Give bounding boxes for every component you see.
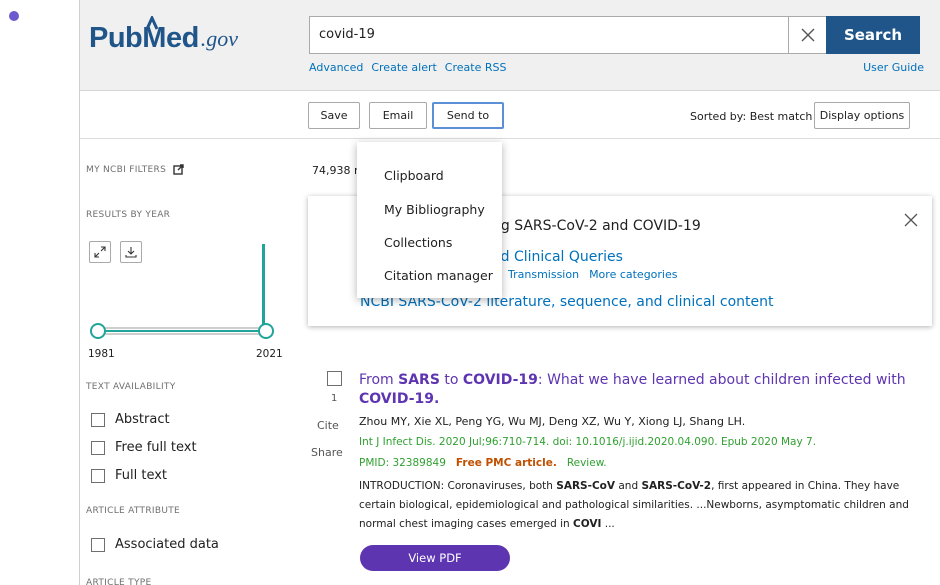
result-pmid: PMID: 32389849 <box>359 457 446 469</box>
snippet-part: INTRODUCTION: Coronaviruses, both <box>359 480 557 492</box>
header: Pub Med .gov covid-19 Search Advanced Cr… <box>80 0 940 91</box>
menu-item-my-bibliography[interactable]: My Bibliography <box>384 202 485 217</box>
result-index: 1 <box>331 393 338 404</box>
abstract-checkbox[interactable] <box>91 412 105 427</box>
send-to-menu: Clipboard My Bibliography Collections Ci… <box>357 142 502 298</box>
close-icon <box>801 28 814 42</box>
menu-item-collections[interactable]: Collections <box>384 235 452 250</box>
title-highlight: COVID-19 <box>462 372 538 388</box>
search-input[interactable]: covid-19 <box>309 16 826 54</box>
filter-associated-data[interactable]: Associated data <box>91 537 219 552</box>
title-highlight: COVID-19 <box>359 391 435 407</box>
clear-search-button[interactable] <box>788 17 826 53</box>
email-button[interactable]: Email <box>369 102 427 129</box>
snippet-highlight: SARS-CoV <box>556 480 616 492</box>
transmission-link[interactable]: Transmission <box>508 268 579 281</box>
logo-gov: .gov <box>200 26 239 51</box>
article-attribute-label: ARTICLE ATTRIBUTE <box>86 506 181 516</box>
sort-label: Sorted by: Best match <box>690 110 813 123</box>
year-slider-end-handle[interactable] <box>258 323 274 339</box>
free-full-text-checkbox[interactable] <box>91 440 105 455</box>
snippet-part: and <box>615 480 642 492</box>
display-options-button[interactable]: Display options <box>814 102 910 129</box>
title-highlight: SARS <box>398 372 440 388</box>
filter-free-full-text[interactable]: Free full text <box>91 440 197 455</box>
external-link-icon <box>173 164 184 175</box>
snippet-highlight: COVI <box>573 518 602 530</box>
menu-item-clipboard[interactable]: Clipboard <box>384 168 444 183</box>
save-button[interactable]: Save <box>308 102 360 129</box>
title-part: to <box>439 372 463 388</box>
pubmed-logo[interactable]: Pub Med .gov <box>89 16 239 55</box>
send-to-button[interactable]: Send to <box>432 102 504 129</box>
year-start-label: 1981 <box>88 348 115 360</box>
advanced-link[interactable]: Advanced <box>309 61 363 74</box>
year-slider-start-handle[interactable] <box>90 323 106 339</box>
search-value: covid-19 <box>319 27 375 42</box>
logo-m-icon <box>145 16 159 30</box>
year-end-label: 2021 <box>256 348 283 360</box>
search-button[interactable]: Search <box>826 16 920 54</box>
article-type-label: ARTICLE TYPE <box>86 578 152 585</box>
free-full-text-label: Free full text <box>115 440 197 455</box>
bullet-dot <box>9 11 19 21</box>
filter-full-text[interactable]: Full text <box>91 468 167 483</box>
my-ncbi-filters-label: MY NCBI FILTERS <box>86 164 167 175</box>
menu-item-citation-manager[interactable]: Citation manager <box>384 268 493 283</box>
abstract-label: Abstract <box>115 412 170 427</box>
full-text-label: Full text <box>115 468 168 483</box>
card-title: ng SARS-CoV-2 and COVID-19 <box>492 218 701 234</box>
text-availability-label: TEXT AVAILABILITY <box>86 382 176 392</box>
snippet-part: ... <box>601 518 615 530</box>
header-links: Advanced Create alert Create RSS <box>309 61 506 74</box>
view-pdf-button[interactable]: View PDF <box>360 545 510 571</box>
title-part: . <box>434 391 440 407</box>
associated-data-checkbox[interactable] <box>91 537 105 552</box>
result-title-link[interactable]: From SARS to COVID-19: What we have lear… <box>359 371 919 409</box>
year-bar-2021 <box>262 244 265 332</box>
result-authors: Zhou MY, Xie XL, Peng YG, Wu MJ, Deng XZ… <box>359 415 746 428</box>
results-by-year-label: RESULTS BY YEAR <box>86 210 171 220</box>
more-categories-link[interactable]: More categories <box>589 268 677 281</box>
clinical-queries-link[interactable]: ed Clinical Queries <box>492 249 623 265</box>
snippet-highlight: SARS-CoV-2 <box>641 480 712 492</box>
results-toolbar: Save Email Send to Sorted by: Best match… <box>80 92 940 139</box>
create-alert-link[interactable]: Create alert <box>371 61 436 74</box>
logo-pub: Pub <box>89 22 143 54</box>
year-histogram[interactable] <box>86 238 282 346</box>
cite-button[interactable]: Cite <box>317 419 339 432</box>
free-pmc-badge: Free PMC article. <box>455 457 557 469</box>
full-text-checkbox[interactable] <box>91 468 105 483</box>
result-journal: Int J Infect Dis. 2020 Jul;96:710-714. d… <box>359 436 817 448</box>
logo-med: Med <box>142 16 199 55</box>
title-part: : What we have learned about children in… <box>537 372 906 388</box>
filter-abstract[interactable]: Abstract <box>91 412 170 427</box>
card-category-links: Transmission More categories <box>508 268 678 281</box>
my-ncbi-filters[interactable]: MY NCBI FILTERS <box>86 164 184 175</box>
card-close-button[interactable] <box>904 212 918 231</box>
result-checkbox[interactable] <box>327 371 342 386</box>
title-part: From <box>359 372 399 388</box>
result-meta: PMID: 32389849 Free PMC article. Review. <box>359 457 607 469</box>
associated-data-label: Associated data <box>115 537 219 552</box>
close-icon <box>904 213 918 227</box>
share-button[interactable]: Share <box>311 446 343 459</box>
review-badge: Review. <box>566 457 607 469</box>
create-rss-link[interactable]: Create RSS <box>445 61 507 74</box>
result-snippet: INTRODUCTION: Coronaviruses, both SARS-C… <box>359 477 919 534</box>
user-guide-link[interactable]: User Guide <box>863 61 924 74</box>
